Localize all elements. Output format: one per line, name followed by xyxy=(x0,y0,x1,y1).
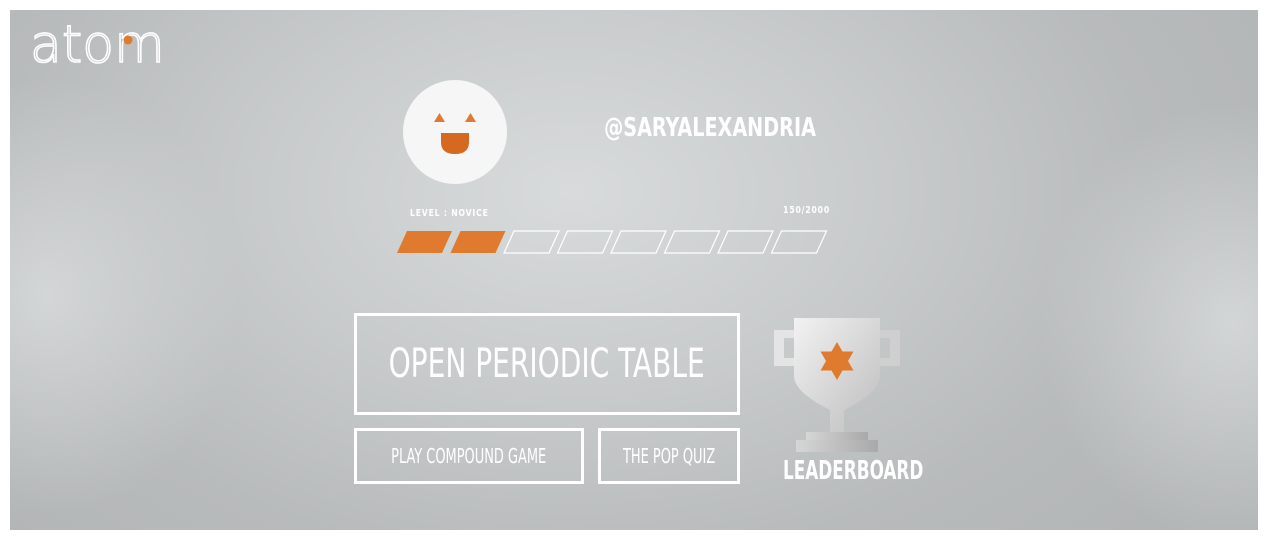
level-label: LEVEL : NOVICE xyxy=(410,208,489,219)
progress-segment-empty xyxy=(503,230,560,254)
progress-segment-empty xyxy=(610,230,667,254)
atom-logo: atom xyxy=(29,14,165,76)
open-periodic-table-button[interactable]: OPEN PERIODIC TABLE xyxy=(354,313,740,415)
pop-quiz-label: THE POP QUIZ xyxy=(622,444,716,468)
username: @SARYALEXANDRIA xyxy=(604,113,816,143)
smiley-face-icon xyxy=(434,113,476,154)
progress-segment-empty xyxy=(717,230,774,254)
trophy-star-icon xyxy=(774,318,900,452)
progress-segment-filled xyxy=(450,231,506,253)
progress-segment-empty xyxy=(770,230,828,254)
progress-segment-empty xyxy=(663,230,721,254)
main-menu-screen: atom @SARYALEXANDRIA LEVEL : NOVICE 150/… xyxy=(10,10,1258,530)
logo-text: atom xyxy=(30,15,165,75)
progress-segment-empty xyxy=(556,230,614,254)
progress-segment-filled xyxy=(397,231,452,253)
pop-quiz-button[interactable]: THE POP QUIZ xyxy=(598,428,740,484)
avatar[interactable] xyxy=(403,80,507,184)
leaderboard-button[interactable]: LEADERBOARD xyxy=(762,306,924,496)
open-periodic-table-label: OPEN PERIODIC TABLE xyxy=(388,341,706,387)
play-compound-game-button[interactable]: PLAY COMPOUND GAME xyxy=(354,428,584,484)
level-score: 150/2000 xyxy=(783,205,830,216)
logo-dot-icon xyxy=(123,35,133,45)
play-compound-game-label: PLAY COMPOUND GAME xyxy=(391,444,547,468)
leaderboard-label: LEADERBOARD xyxy=(783,456,924,486)
level-progress-bar xyxy=(397,230,828,254)
